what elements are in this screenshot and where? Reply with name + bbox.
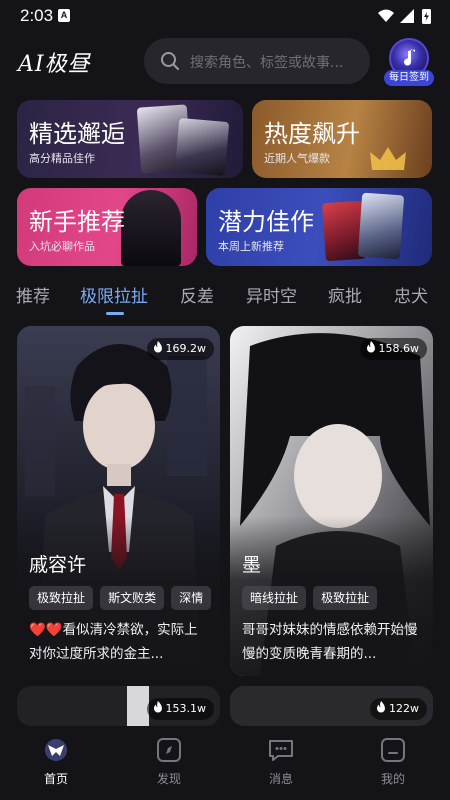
nav-home[interactable]: 首页 — [26, 736, 86, 792]
signal-icon — [400, 9, 414, 23]
status-icons — [378, 9, 431, 24]
app-logo: AI极昼 — [18, 52, 91, 77]
card-title: 潜力佳作 — [218, 208, 314, 236]
fire-icon — [366, 341, 375, 353]
discover-icon — [157, 738, 181, 762]
search-placeholder: 搜索角色、标签或故事... — [190, 55, 344, 71]
card-subtitle: 近期人气爆款 — [264, 152, 330, 165]
search-input[interactable]: 搜索角色、标签或故事... — [144, 38, 370, 84]
fire-icon — [153, 701, 162, 713]
character-description: 哥哥对妹妹的情感依赖开始慢慢的变质晚青春期的... — [242, 622, 418, 662]
card-title: 新手推荐 — [29, 208, 125, 236]
views-count: 122w — [389, 702, 419, 715]
character-card[interactable]: 122w — [230, 686, 433, 726]
tag: 极致拉扯 — [313, 586, 378, 610]
home-icon — [45, 739, 67, 761]
tag: 极致拉扯 — [29, 586, 94, 610]
tag: 暗线拉扯 — [242, 586, 307, 610]
views-count: 153.1w — [165, 702, 207, 715]
tab-loyal[interactable]: 忠犬 — [394, 282, 428, 307]
views-count: 169.2w — [165, 342, 207, 355]
status-time: 2:03 — [20, 6, 54, 25]
character-description: ❤️❤️看似清冷禁欲，实际上对你过度所求的金主... — [29, 622, 198, 662]
card-subtitle: 入坑必聊作品 — [29, 240, 95, 253]
card-subtitle: 高分精品佳作 — [29, 152, 95, 165]
character-card[interactable]: 153.1w — [17, 686, 220, 726]
character-card[interactable]: 169.2w 戚容许 极致拉扯 斯文败类 深情 ❤️❤️看似清冷禁欲，实际上对你… — [17, 326, 220, 676]
fire-icon — [377, 701, 385, 713]
card-art-image — [174, 117, 230, 177]
message-icon — [269, 740, 293, 761]
character-card[interactable]: 158.6w 墨 暗线拉扯 极致拉扯 哥哥对妹妹的情感依赖开始慢慢的变质晚青春期… — [230, 326, 433, 676]
fire-icon — [153, 341, 162, 353]
status-bar: 2:03 A — [0, 0, 450, 32]
card-title: 热度飙升 — [264, 120, 360, 148]
card-art-image — [357, 192, 405, 260]
tab-indicator — [106, 312, 124, 315]
daily-checkin-button[interactable]: 每日签到 — [384, 38, 434, 88]
character-portrait — [127, 686, 149, 726]
views-count: 158.6w — [378, 342, 420, 355]
wifi-icon — [378, 9, 394, 22]
tab-contrast[interactable]: 反差 — [180, 282, 214, 307]
nav-label: 发现 — [156, 772, 181, 786]
profile-icon — [381, 738, 405, 762]
tag-row: 暗线拉扯 极致拉扯 — [242, 586, 379, 610]
nav-discover[interactable]: 发现 — [139, 736, 199, 792]
category-card-potential[interactable]: 潜力佳作 本周上新推荐 — [206, 188, 432, 266]
character-name: 戚容许 — [29, 554, 87, 576]
tab-extreme-tension[interactable]: 极限拉扯 — [80, 282, 148, 307]
views-badge: 153.1w — [146, 698, 214, 720]
nav-label: 消息 — [268, 772, 293, 786]
views-badge: 158.6w — [359, 338, 427, 360]
bottom-nav: 首页 发现 消息 我的 — [0, 726, 450, 800]
views-badge: 169.2w — [146, 338, 214, 360]
category-card-trending[interactable]: 热度飙升 近期人气爆款 — [252, 100, 432, 178]
views-badge: 122w — [370, 698, 427, 720]
card-title: 精选邂逅 — [29, 120, 125, 148]
tag-row: 极致拉扯 斯文败类 深情 — [29, 586, 213, 610]
nav-label: 首页 — [43, 772, 68, 786]
nav-label: 我的 — [380, 772, 405, 786]
crown-icon — [370, 147, 406, 170]
card-subtitle: 本周上新推荐 — [218, 240, 284, 253]
category-card-newbie[interactable]: 新手推荐 入坑必聊作品 — [17, 188, 197, 266]
card-art-image — [121, 190, 181, 266]
nav-messages[interactable]: 消息 — [251, 736, 311, 792]
category-tabs: 推荐 极限拉扯 反差 异时空 疯批 忠犬 — [0, 282, 450, 316]
category-card-featured[interactable]: 精选邂逅 高分精品佳作 — [17, 100, 243, 178]
app-indicator-icon: A — [58, 9, 70, 22]
search-icon — [161, 52, 179, 70]
character-name: 墨 — [242, 554, 262, 576]
tab-crazy[interactable]: 疯批 — [328, 282, 362, 307]
checkin-label: 每日签到 — [384, 70, 434, 86]
tag: 深情 — [171, 586, 212, 610]
nav-profile[interactable]: 我的 — [363, 736, 423, 792]
tab-recommend[interactable]: 推荐 — [16, 282, 50, 307]
tab-other-time[interactable]: 异时空 — [246, 282, 297, 307]
tag: 斯文败类 — [100, 586, 165, 610]
